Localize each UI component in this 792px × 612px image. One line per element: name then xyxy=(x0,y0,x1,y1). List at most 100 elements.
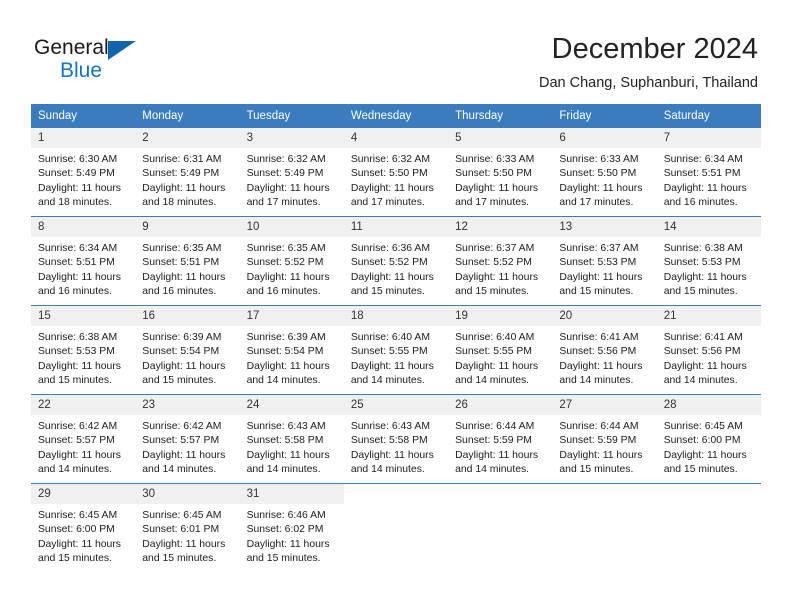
calendar-day-cell[interactable]: 23 Sunrise: 6:42 AM Sunset: 5:57 PM Dayligh… xyxy=(135,394,240,484)
calendar-day-cell[interactable]: 27 Sunrise: 6:44 AM Sunset: 5:59 PM Dayligh… xyxy=(552,394,657,484)
sunset-text: Sunset: 5:55 PM xyxy=(350,346,428,358)
daylight-text-line1: Daylight: 11 hours xyxy=(142,449,226,461)
day-details: Sunrise: 6:45 AM Sunset: 6:00 PM Daylight:… xyxy=(31,504,135,566)
day-details: Sunrise: 6:39 AM Sunset: 5:54 PM Daylight:… xyxy=(240,326,344,388)
day-number: 6 xyxy=(552,128,657,148)
sunrise-text: Sunrise: 6:37 AM xyxy=(559,243,639,254)
day-number: 1 xyxy=(31,128,136,148)
sunrise-text: Sunrise: 6:39 AM xyxy=(246,332,326,343)
sunset-text: Sunset: 5:58 PM xyxy=(246,435,324,447)
day-number: 12 xyxy=(448,217,553,237)
sunrise-text: Sunrise: 6:44 AM xyxy=(559,421,639,432)
day-number: 4 xyxy=(343,128,449,148)
daylight-text-line2: and 15 minutes. xyxy=(38,374,112,386)
daylight-text-line1: Daylight: 11 hours xyxy=(350,360,434,372)
calendar-day-cell[interactable]: 4 Sunrise: 6:32 AM Sunset: 5:50 PM Daylight… xyxy=(343,127,449,217)
sunrise-text: Sunrise: 6:38 AM xyxy=(38,332,118,343)
calendar-day-cell[interactable]: 24 Sunrise: 6:43 AM Sunset: 5:58 PM Dayligh… xyxy=(239,394,344,484)
day-details: Sunrise: 6:32 AM Sunset: 5:49 PM Daylight:… xyxy=(240,148,344,210)
day-details: Sunrise: 6:43 AM Sunset: 5:58 PM Daylight:… xyxy=(344,415,448,477)
day-number: 16 xyxy=(135,306,240,326)
calendar-day-cell[interactable]: 17 Sunrise: 6:39 AM Sunset: 5:54 PM Dayligh… xyxy=(239,305,344,395)
daylight-text-line2: and 17 minutes. xyxy=(350,196,425,208)
calendar-day-cell[interactable]: 15 Sunrise: 6:38 AM Sunset: 5:53 PM Dayligh… xyxy=(31,305,136,395)
calendar-day-cell[interactable]: 13 Sunrise: 6:37 AM Sunset: 5:53 PM Dayligh… xyxy=(552,216,657,306)
calendar-day-cell[interactable]: 25 Sunrise: 6:43 AM Sunset: 5:58 PM Dayligh… xyxy=(343,394,449,484)
day-details: Sunrise: 6:31 AM Sunset: 5:49 PM Daylight:… xyxy=(135,148,239,210)
calendar-day-cell[interactable]: 22 Sunrise: 6:42 AM Sunset: 5:57 PM Dayligh… xyxy=(31,394,136,484)
daylight-text-line2: and 15 minutes. xyxy=(142,552,217,564)
generalblue-logo[interactable]: General Blue xyxy=(34,36,164,88)
day-number: 15 xyxy=(31,306,136,326)
day-number: 14 xyxy=(656,217,761,237)
calendar-day-cell[interactable]: 11 Sunrise: 6:36 AM Sunset: 5:52 PM Dayligh… xyxy=(343,216,449,306)
daylight-text-line2: and 15 minutes. xyxy=(455,285,530,297)
day-details: Sunrise: 6:43 AM Sunset: 5:58 PM Daylight:… xyxy=(240,415,344,477)
sunset-text: Sunset: 5:59 PM xyxy=(455,435,532,447)
calendar-day-cell[interactable]: 1 Sunrise: 6:30 AM Sunset: 5:49 PM Daylight… xyxy=(31,127,136,217)
weekday-header-wednesday: Wednesday xyxy=(343,104,449,128)
calendar-page: General Blue December 2024 Dan Chang, Su… xyxy=(0,0,792,612)
calendar-day-cell[interactable]: 26 Sunrise: 6:44 AM Sunset: 5:59 PM Dayligh… xyxy=(448,394,553,484)
calendar-day-cell[interactable]: 2 Sunrise: 6:31 AM Sunset: 5:49 PM Daylight… xyxy=(135,127,240,217)
day-number: 25 xyxy=(343,395,449,415)
day-details: Sunrise: 6:36 AM Sunset: 5:52 PM Daylight:… xyxy=(344,237,448,299)
calendar-day-cell[interactable]: 30 Sunrise: 6:45 AM Sunset: 6:01 PM Dayligh… xyxy=(135,483,240,573)
calendar-day-cell[interactable]: 9 Sunrise: 6:35 AM Sunset: 5:51 PM Daylight… xyxy=(135,216,240,306)
calendar-day-cell[interactable]: 10 Sunrise: 6:35 AM Sunset: 5:52 PM Dayligh… xyxy=(239,216,344,306)
calendar-week-row: 29 Sunrise: 6:45 AM Sunset: 6:00 PM Dayligh… xyxy=(31,483,761,573)
calendar-day-cell[interactable]: 12 Sunrise: 6:37 AM Sunset: 5:52 PM Dayligh… xyxy=(448,216,553,306)
calendar-day-cell[interactable]: 8 Sunrise: 6:34 AM Sunset: 5:51 PM Daylight… xyxy=(31,216,136,306)
sunset-text: Sunset: 5:57 PM xyxy=(38,435,115,447)
sunrise-text: Sunrise: 6:32 AM xyxy=(350,154,430,165)
sunset-text: Sunset: 5:54 PM xyxy=(142,346,220,358)
day-details: Sunrise: 6:44 AM Sunset: 5:59 PM Daylight:… xyxy=(552,415,656,477)
sunset-text: Sunset: 5:49 PM xyxy=(246,168,324,180)
day-number: 13 xyxy=(552,217,657,237)
daylight-text-line2: and 17 minutes. xyxy=(246,196,321,208)
daylight-text-line2: and 14 minutes. xyxy=(350,374,425,386)
calendar-day-cell[interactable]: 7 Sunrise: 6:34 AM Sunset: 5:51 PM Daylight… xyxy=(656,127,761,217)
day-details: Sunrise: 6:35 AM Sunset: 5:52 PM Daylight:… xyxy=(240,237,344,299)
calendar-day-cell[interactable]: 6 Sunrise: 6:33 AM Sunset: 5:50 PM Daylight… xyxy=(552,127,657,217)
daylight-text-line1: Daylight: 11 hours xyxy=(350,449,434,461)
calendar-day-cell[interactable]: 16 Sunrise: 6:39 AM Sunset: 5:54 PM Dayligh… xyxy=(135,305,240,395)
calendar-day-cell[interactable]: 5 Sunrise: 6:33 AM Sunset: 5:50 PM Daylight… xyxy=(448,127,553,217)
daylight-text-line1: Daylight: 11 hours xyxy=(246,538,330,550)
calendar-cell-empty xyxy=(343,483,449,573)
calendar-day-cell[interactable]: 29 Sunrise: 6:45 AM Sunset: 6:00 PM Dayligh… xyxy=(31,483,136,573)
calendar-day-cell[interactable]: 21 Sunrise: 6:41 AM Sunset: 5:56 PM Dayligh… xyxy=(656,305,761,395)
calendar-day-cell[interactable]: 20 Sunrise: 6:41 AM Sunset: 5:56 PM Dayligh… xyxy=(552,305,657,395)
daylight-text-line1: Daylight: 11 hours xyxy=(559,182,643,194)
calendar-day-cell[interactable]: 18 Sunrise: 6:40 AM Sunset: 5:55 PM Dayligh… xyxy=(343,305,449,395)
day-number: 26 xyxy=(448,395,553,415)
calendar-day-cell[interactable]: 31 Sunrise: 6:46 AM Sunset: 6:02 PM Dayligh… xyxy=(239,483,344,573)
calendar-day-cell[interactable]: 3 Sunrise: 6:32 AM Sunset: 5:49 PM Daylight… xyxy=(239,127,344,217)
sunrise-text: Sunrise: 6:43 AM xyxy=(246,421,326,432)
daylight-text-line1: Daylight: 11 hours xyxy=(559,449,643,461)
sunset-text: Sunset: 5:53 PM xyxy=(663,257,741,269)
sunrise-sunset-calendar-table: Sunday Monday Tuesday Wednesday Thursday… xyxy=(31,104,761,573)
day-details: Sunrise: 6:32 AM Sunset: 5:50 PM Daylight:… xyxy=(344,148,448,210)
day-number: 19 xyxy=(448,306,553,326)
day-number: 24 xyxy=(239,395,344,415)
logo-text-blue: Blue xyxy=(60,59,103,82)
daylight-text-line1: Daylight: 11 hours xyxy=(142,538,226,550)
sunrise-text: Sunrise: 6:42 AM xyxy=(38,421,118,432)
sunset-text: Sunset: 5:50 PM xyxy=(559,168,637,180)
sunrise-text: Sunrise: 6:32 AM xyxy=(246,154,326,165)
calendar-day-cell[interactable]: 19 Sunrise: 6:40 AM Sunset: 5:55 PM Dayligh… xyxy=(448,305,553,395)
day-details: Sunrise: 6:38 AM Sunset: 5:53 PM Daylight:… xyxy=(31,326,135,388)
sunset-text: Sunset: 5:55 PM xyxy=(455,346,532,358)
calendar-day-cell[interactable]: 14 Sunrise: 6:38 AM Sunset: 5:53 PM Dayligh… xyxy=(656,216,761,306)
daylight-text-line1: Daylight: 11 hours xyxy=(246,182,330,194)
sunset-text: Sunset: 5:53 PM xyxy=(559,257,637,269)
calendar-day-cell[interactable]: 28 Sunrise: 6:45 AM Sunset: 6:00 PM Dayligh… xyxy=(656,394,761,484)
sunrise-text: Sunrise: 6:31 AM xyxy=(142,154,222,165)
day-number: 31 xyxy=(239,484,344,504)
daylight-text-line1: Daylight: 11 hours xyxy=(38,271,121,283)
daylight-text-line1: Daylight: 11 hours xyxy=(142,271,226,283)
day-details: Sunrise: 6:34 AM Sunset: 5:51 PM Daylight:… xyxy=(31,237,135,299)
daylight-text-line1: Daylight: 11 hours xyxy=(38,538,121,550)
day-details: Sunrise: 6:42 AM Sunset: 5:57 PM Daylight:… xyxy=(135,415,239,477)
